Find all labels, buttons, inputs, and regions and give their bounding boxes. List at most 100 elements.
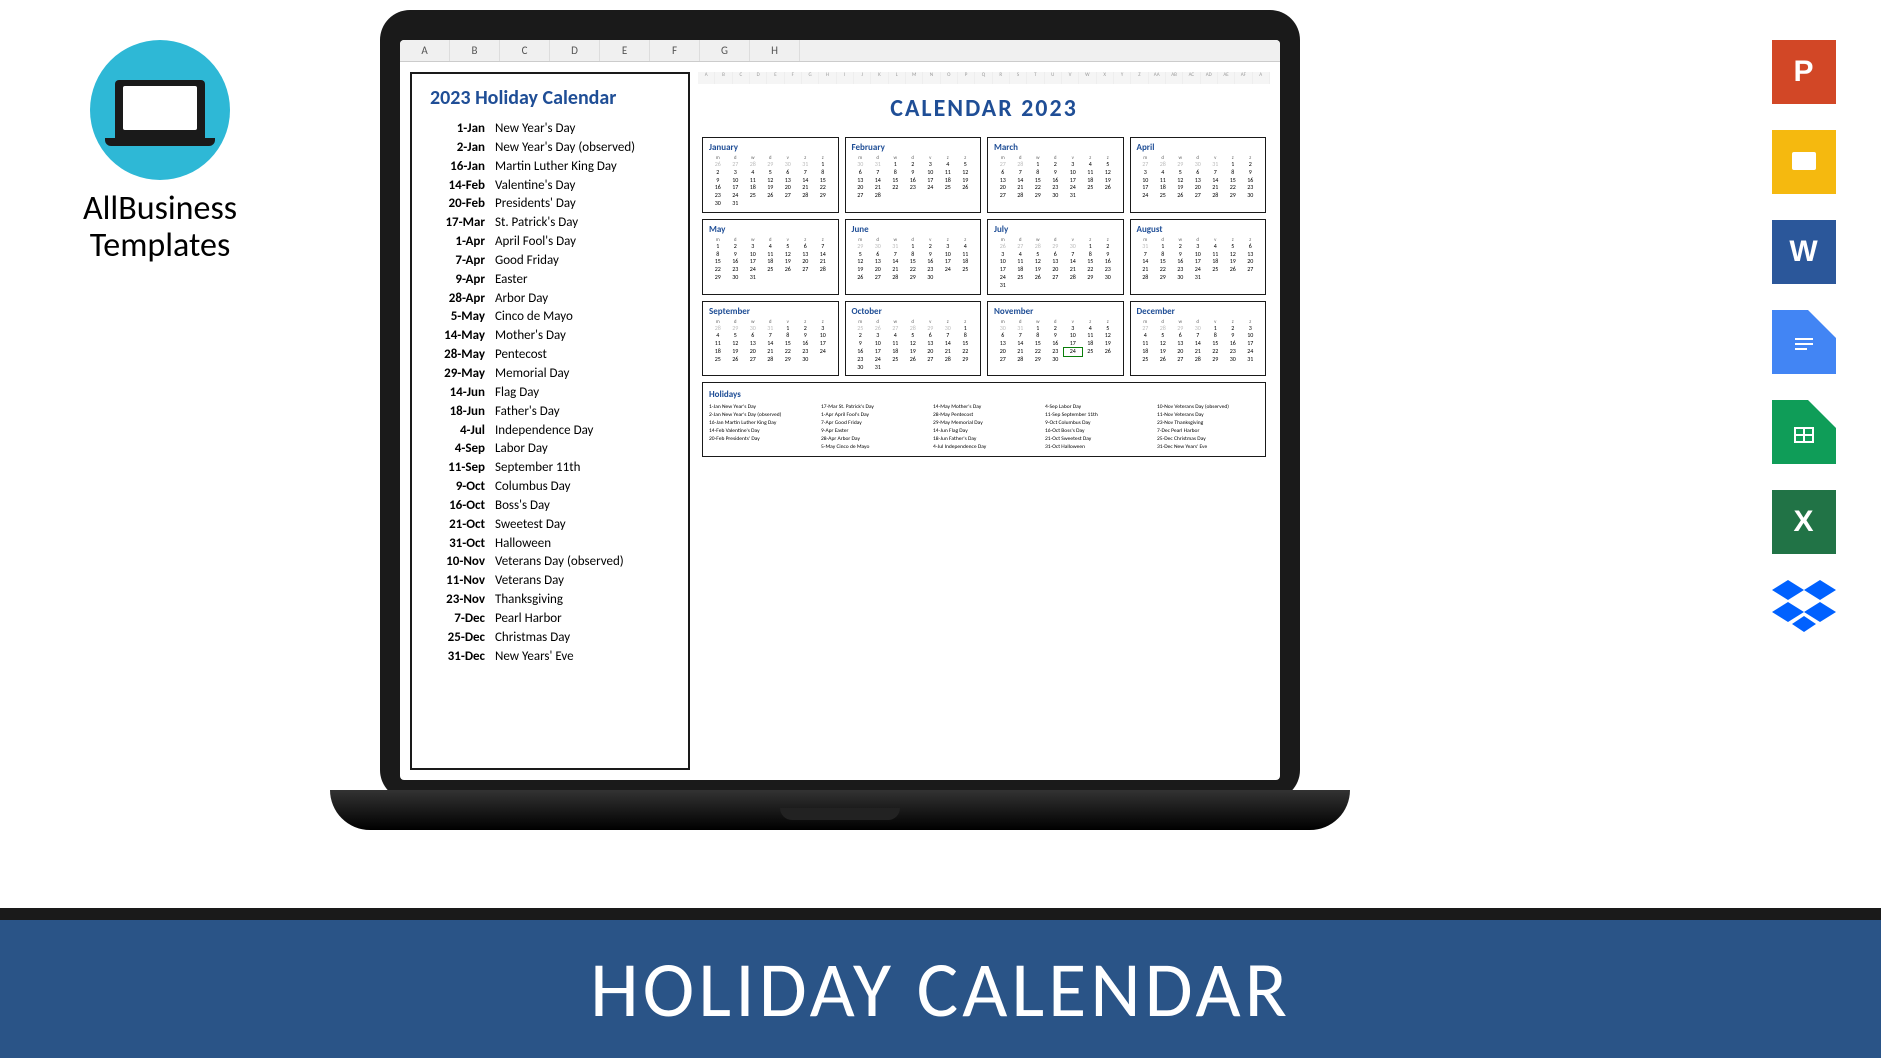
holiday-row: 9-OctColumbus Day xyxy=(430,478,670,497)
holiday-name: New Years' Eve xyxy=(495,648,574,667)
holiday-name: New Year's Day xyxy=(495,120,575,139)
holiday-name: Arbor Day xyxy=(495,290,548,309)
month-box: Julymdwdvzz26272829301234567891011121314… xyxy=(987,219,1124,295)
holiday-row: 10-NovVeterans Day (observed) xyxy=(430,553,670,572)
month-box: Novembermdwdvzz3031123456789101112131415… xyxy=(987,301,1124,377)
month-name: March xyxy=(994,142,1117,153)
month-name: May xyxy=(709,224,832,235)
laptop-icon xyxy=(115,80,205,140)
holiday-summary-item: 25-Dec Christmas Day xyxy=(1157,436,1259,442)
laptop-mockup: ABCDEFGH 2023 Holiday Calendar 1-JanNew … xyxy=(330,10,1350,860)
holiday-date: 18-Jun xyxy=(430,403,485,422)
holiday-name: Father's Day xyxy=(495,403,560,422)
holiday-list-panel: 2023 Holiday Calendar 1-Jan New Year's Da… xyxy=(410,72,690,770)
holiday-date: 1-Jan xyxy=(430,120,485,139)
holiday-row: 25-DecChristmas Day xyxy=(430,629,670,648)
month-box: Februarymdwdvzz3031123456789101112131415… xyxy=(845,137,982,213)
month-name: June xyxy=(852,224,975,235)
holiday-row: 2-Jan New Year's Day (observed) xyxy=(430,139,670,158)
holiday-date: 28-Apr xyxy=(430,290,485,309)
column-header: A xyxy=(400,40,450,61)
holiday-summary-item: 4-Jul Independence Day xyxy=(933,444,1035,450)
month-box: Junemdwdvzz29303112345678910111213141516… xyxy=(845,219,982,295)
holiday-date: 23-Nov xyxy=(430,591,485,610)
holiday-name: Independence Day xyxy=(495,422,593,441)
holiday-name: Sweetest Day xyxy=(495,516,566,535)
holiday-date: 31-Oct xyxy=(430,535,485,554)
month-name: January xyxy=(709,142,832,153)
google-slides-icon[interactable] xyxy=(1772,130,1836,194)
holiday-date: 4-Jul xyxy=(430,422,485,441)
holiday-name: Flag Day xyxy=(495,384,539,403)
logo-text: AllBusinessTemplates xyxy=(40,190,280,265)
holidays-summary-label: Holidays xyxy=(709,389,1259,400)
holiday-date: 14-Jun xyxy=(430,384,485,403)
holiday-row: 14-Jun Flag Day xyxy=(430,384,670,403)
holiday-date: 4-Sep xyxy=(430,440,485,459)
holiday-summary-item: 7-Dec Pearl Harbor xyxy=(1157,428,1259,434)
column-header: C xyxy=(500,40,550,61)
holiday-summary-item: 29-May Memorial Day xyxy=(933,420,1035,426)
holiday-name: Boss's Day xyxy=(495,497,550,516)
holiday-name: Veterans Day xyxy=(495,572,564,591)
column-header: E xyxy=(600,40,650,61)
holiday-summary-item: 31-Oct Halloween xyxy=(1045,444,1147,450)
holiday-summary-item: 14-May Mother's Day xyxy=(933,404,1035,410)
holiday-date: 14-May xyxy=(430,327,485,346)
holiday-row: 14-MayMother's Day xyxy=(430,327,670,346)
title-banner: HOLIDAY CALENDAR xyxy=(0,908,1881,1058)
holiday-summary-item xyxy=(709,444,811,450)
holiday-date: 1-Apr xyxy=(430,233,485,252)
holiday-summary-item: 5-May Cinco de Mayo xyxy=(821,444,923,450)
month-name: October xyxy=(852,306,975,317)
holiday-date: 11-Nov xyxy=(430,572,485,591)
holiday-date: 2-Jan xyxy=(430,139,485,158)
column-header: G xyxy=(700,40,750,61)
holiday-row: 28-Apr Arbor Day xyxy=(430,290,670,309)
holiday-name: Labor Day xyxy=(495,440,548,459)
holiday-row: 28-MayPentecost xyxy=(430,346,670,365)
google-sheets-icon[interactable] xyxy=(1772,400,1836,464)
banner-text: HOLIDAY CALENDAR xyxy=(590,942,1291,1037)
mini-column-headers: ABCDEFGHIJKLMNOPQRSTUVWXYZAAABACADAEAFA xyxy=(698,72,1270,84)
column-header: H xyxy=(750,40,800,61)
holiday-row: 11-Nov Veterans Day xyxy=(430,572,670,591)
holiday-date: 28-May xyxy=(430,346,485,365)
holiday-summary-item: 31-Dec New Years' Eve xyxy=(1157,444,1259,450)
month-box: Aprilmdwdvzz2728293031123456789101112131… xyxy=(1130,137,1267,213)
month-box: Januarymdwdvzz26272829303112345678910111… xyxy=(702,137,839,213)
holiday-row: 31-OctHalloween xyxy=(430,535,670,554)
holiday-summary-item: 4-Sep Labor Day xyxy=(1045,404,1147,410)
holiday-name: Good Friday xyxy=(495,252,559,271)
holiday-date: 11-Sep xyxy=(430,459,485,478)
holiday-summary-item: 18-Jun Father's Day xyxy=(933,436,1035,442)
word-icon[interactable]: W xyxy=(1772,220,1836,284)
holiday-summary-item: 17-Mar St. Patrick's Day xyxy=(821,404,923,410)
holiday-summary-item: 11-Nov Veterans Day xyxy=(1157,412,1259,418)
holiday-name: New Year's Day (observed) xyxy=(495,139,635,158)
holiday-summary-item: 28-Apr Arbor Day xyxy=(821,436,923,442)
holiday-row: 16-OctBoss's Day xyxy=(430,497,670,516)
holiday-summary-item: 1-Jan New Year's Day xyxy=(709,404,811,410)
month-box: Augustmdwdvzz311234567891011121314151617… xyxy=(1130,219,1267,295)
brand-logo: AllBusinessTemplates xyxy=(40,40,280,265)
holiday-name: September 11th xyxy=(495,459,580,478)
dropbox-icon[interactable] xyxy=(1772,580,1836,641)
google-docs-icon[interactable] xyxy=(1772,310,1836,374)
excel-icon[interactable]: X xyxy=(1772,490,1836,554)
month-name: November xyxy=(994,306,1117,317)
month-name: August xyxy=(1137,224,1260,235)
holiday-row: 14-FebValentine's Day xyxy=(430,177,670,196)
holiday-row: 1-Jan New Year's Day xyxy=(430,120,670,139)
holiday-date: 20-Feb xyxy=(430,195,485,214)
holiday-date: 10-Nov xyxy=(430,553,485,572)
holiday-panel-title: 2023 Holiday Calendar xyxy=(430,86,670,110)
holiday-date: 7-Apr xyxy=(430,252,485,271)
column-header: D xyxy=(550,40,600,61)
logo-circle-icon xyxy=(90,40,230,180)
holiday-summary-item: 28-May Pentecost xyxy=(933,412,1035,418)
calendar-panel: ABCDEFGHIJKLMNOPQRSTUVWXYZAAABACADAEAFA … xyxy=(698,72,1270,770)
holiday-date: 5-May xyxy=(430,308,485,327)
holiday-row: 5-MayCinco de Mayo xyxy=(430,308,670,327)
powerpoint-icon[interactable]: P xyxy=(1772,40,1836,104)
